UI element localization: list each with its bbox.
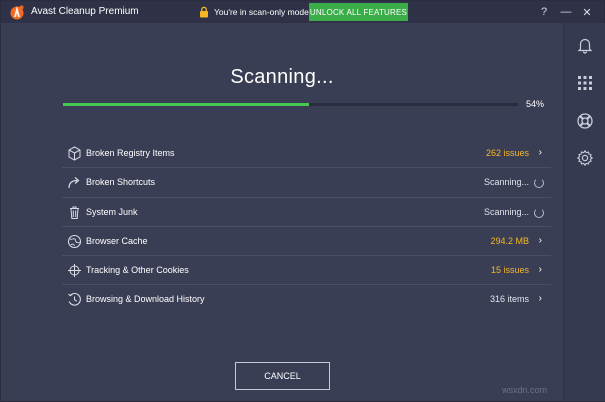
result-label: Broken Shortcuts: [86, 177, 156, 188]
result-row-broken-registry[interactable]: Broken Registry Items 262 issues ›: [62, 139, 551, 169]
progress-percent: 54%: [526, 99, 545, 109]
close-button[interactable]: ✕: [579, 4, 595, 20]
result-label: Broken Registry Items: [86, 148, 175, 158]
result-label: Tracking & Other Cookies: [86, 265, 189, 276]
result-row-browser-cache[interactable]: Browser Cache 294.2 MB ›: [62, 227, 551, 257]
title-bar: Avast Cleanup Premium You're in scan-onl…: [1, 1, 604, 23]
scan-only-mode-text: You're in scan-only mode.: [214, 7, 312, 17]
result-value: Scanning...: [483, 177, 529, 188]
result-label: Browsing & Download History: [86, 294, 205, 305]
cancel-button[interactable]: CANCEL: [235, 362, 330, 390]
chevron-right-icon[interactable]: ›: [539, 293, 542, 304]
main-panel: Scanning... 54% Broken Registry Items 26…: [1, 23, 563, 401]
app-title: Avast Cleanup Premium: [31, 6, 139, 17]
trash-can-icon: [70, 206, 79, 219]
scan-progress-fill: [63, 103, 309, 106]
chevron-right-icon[interactable]: ›: [539, 264, 542, 275]
right-sidebar: [563, 23, 605, 401]
bell-icon[interactable]: [576, 36, 594, 54]
result-value: Scanning...: [483, 206, 529, 217]
crosshair-icon: [68, 264, 81, 278]
lifebuoy-icon[interactable]: [576, 112, 594, 130]
result-row-broken-shortcuts[interactable]: Broken Shortcuts Scanning...: [62, 168, 551, 198]
result-row-browsing-history[interactable]: Browsing & Download History 316 items ›: [62, 285, 551, 314]
app-window: Avast Cleanup Premium You're in scan-onl…: [0, 0, 605, 402]
result-value: 15 issues: [490, 265, 529, 276]
lock-icon: [200, 6, 208, 18]
result-value: 316 items: [489, 294, 529, 305]
result-label: Browser Cache: [86, 235, 148, 246]
result-value: 294.2 MB: [490, 235, 529, 246]
apps-grid-icon[interactable]: [576, 74, 594, 92]
loading-spinner-icon: [534, 178, 544, 189]
result-row-tracking-cookies[interactable]: Tracking & Other Cookies 15 issues ›: [62, 256, 551, 286]
gear-icon[interactable]: [576, 149, 594, 167]
result-row-system-junk[interactable]: System Junk Scanning...: [62, 198, 551, 227]
loading-spinner-icon: [534, 207, 544, 218]
scan-results-list: Broken Registry Items 262 issues › Broke…: [62, 139, 551, 315]
globe-icon: [67, 234, 82, 248]
avast-logo-icon: [10, 5, 24, 20]
unlock-all-features-button[interactable]: UNLOCK ALL FEATURES: [309, 3, 408, 21]
scanning-title: Scanning...: [230, 66, 334, 88]
history-clock-icon: [68, 293, 81, 307]
minimize-button[interactable]: —: [558, 4, 574, 20]
result-label: System Junk: [86, 206, 138, 217]
result-value: 262 issues: [485, 148, 529, 158]
scan-progress-bar: [63, 103, 518, 106]
chevron-right-icon[interactable]: ›: [539, 235, 542, 246]
shortcut-arrow-icon: [68, 177, 80, 189]
chevron-right-icon[interactable]: ›: [539, 147, 542, 158]
registry-cube-icon: [68, 146, 81, 161]
help-button[interactable]: ?: [536, 4, 552, 20]
watermark-text: wsxdn.com: [502, 385, 548, 395]
